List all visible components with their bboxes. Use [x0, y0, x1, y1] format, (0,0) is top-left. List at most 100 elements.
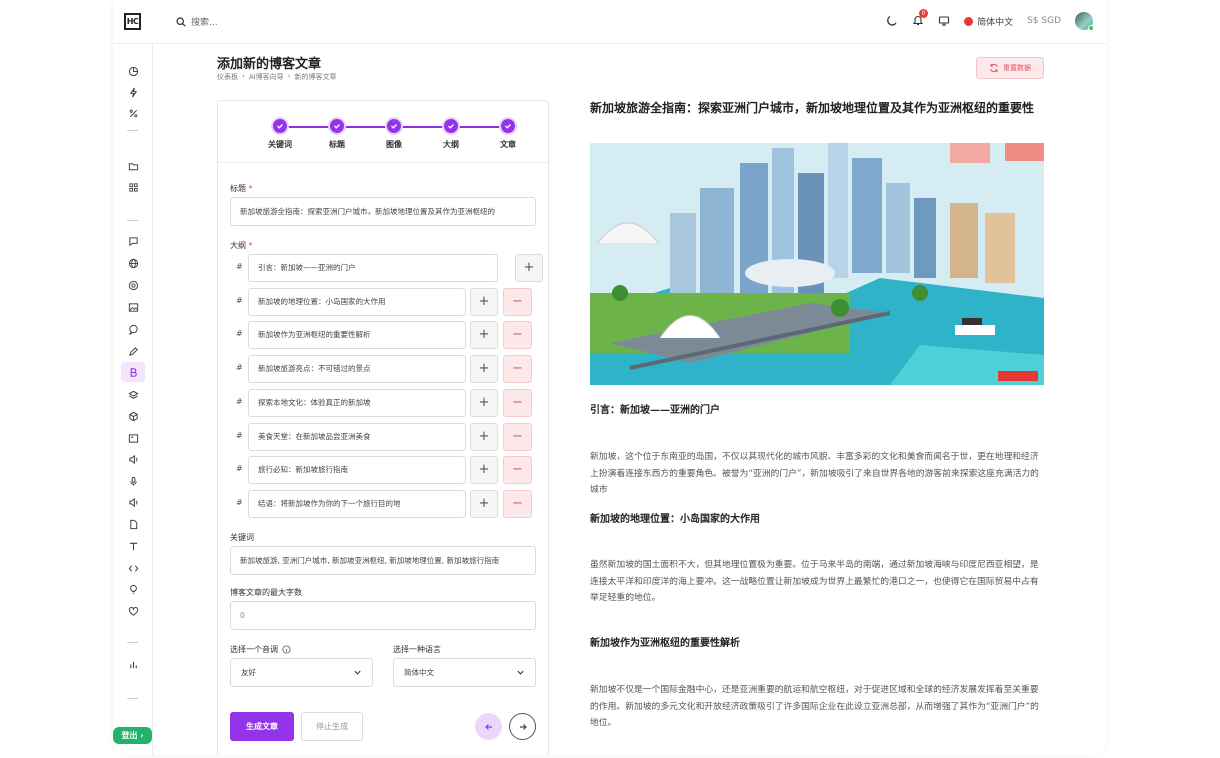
sidebar-item-dashboard[interactable] [125, 63, 141, 79]
sidebar-item-discount[interactable] [125, 105, 141, 121]
tone-select[interactable]: 友好 [230, 658, 373, 687]
sidebar-item-audio[interactable] [125, 451, 141, 467]
outline-input[interactable]: 探索本地文化：体验真正的新加坡 [248, 389, 466, 417]
outline-input[interactable]: 引言：新加坡——亚洲的门户 [248, 254, 498, 282]
remove-outline-button[interactable]: − [503, 490, 532, 518]
add-outline-button[interactable]: + [470, 423, 498, 451]
heart-icon [128, 606, 138, 616]
sidebar-item-text[interactable] [125, 538, 141, 554]
sidebar-item-code[interactable] [125, 560, 141, 576]
add-outline-button[interactable]: + [470, 321, 498, 349]
language-field-label: 选择一种语言 [393, 645, 441, 654]
sidebar-item-web[interactable] [125, 255, 141, 271]
sidebar-item-analytics[interactable] [125, 656, 141, 672]
previous-step-button[interactable] [475, 713, 502, 740]
outline-input[interactable]: 结语：将新加坡作为你的下一个旅行目的地 [248, 490, 466, 518]
step-image[interactable]: 图像 [374, 117, 414, 150]
hash-icon: # [236, 296, 243, 305]
remove-outline-button[interactable]: − [503, 389, 532, 417]
language-select[interactable]: 简体中文 [393, 658, 536, 687]
step-keywords[interactable]: 关键词 [260, 117, 300, 150]
page-title: 添加新的博客文章 [217, 57, 322, 72]
sidebar-item-flash[interactable] [125, 84, 141, 100]
reset-data-button[interactable]: 重置数据 [976, 57, 1044, 79]
add-outline-button[interactable]: + [470, 389, 498, 417]
sidebar-divider [127, 130, 138, 131]
sidebar-item-favorites[interactable] [125, 603, 141, 619]
outline-input[interactable]: 新加坡旅游亮点：不可错过的景点 [248, 355, 466, 383]
sidebar-item-voice[interactable] [125, 473, 141, 489]
tone-selected: 友好 [241, 668, 256, 677]
remove-outline-button[interactable]: − [503, 355, 532, 383]
outline-row: # 引言：新加坡——亚洲的门户 + [230, 254, 543, 283]
sidebar-item-layers[interactable] [125, 387, 141, 403]
speaker-icon [128, 454, 137, 464]
step-label: 大纲 [443, 140, 459, 149]
step-article[interactable]: 文章 [488, 117, 528, 150]
message-square-icon [128, 236, 138, 246]
sidebar-item-tts[interactable] [125, 494, 141, 510]
add-outline-button[interactable]: + [470, 456, 498, 484]
add-outline-button[interactable]: + [515, 254, 543, 282]
sidebar-item-apps[interactable] [125, 179, 141, 195]
remove-outline-button[interactable]: − [503, 288, 532, 316]
hash-icon: # [236, 262, 243, 271]
logout-button[interactable]: 登出 › [113, 727, 152, 744]
monitor-icon[interactable] [938, 15, 950, 27]
article-hero-image [590, 143, 1044, 385]
breadcrumb-ai-blog[interactable]: AI博客向导 [249, 72, 284, 82]
sidebar-item-blog[interactable] [121, 362, 145, 382]
text-t-icon [129, 542, 137, 550]
generate-article-button[interactable]: 生成文章 [230, 712, 294, 741]
currency-switcher[interactable]: S$ SGD [1027, 16, 1061, 26]
sidebar-item-ai[interactable] [125, 277, 141, 293]
sidebar-item-write[interactable] [125, 343, 141, 359]
remove-outline-button[interactable]: − [503, 456, 532, 484]
outline-field-label: 大纲 * [230, 241, 253, 250]
step-title[interactable]: 标题 [317, 117, 357, 150]
check-icon [271, 117, 289, 135]
sidebar-item-docs[interactable] [125, 516, 141, 532]
sidebar-item-cube[interactable] [125, 408, 141, 424]
info-circle-icon[interactable] [282, 645, 291, 654]
app-logo[interactable]: HC [124, 13, 141, 30]
search-box[interactable]: 搜索... [176, 15, 218, 28]
breadcrumb-dashboard[interactable]: 仪表板 [217, 72, 238, 82]
moon-icon[interactable] [886, 15, 898, 27]
sidebar-item-gallery[interactable] [125, 430, 141, 446]
keywords-input[interactable]: 新加坡旅游, 亚洲门户城市, 新加坡亚洲枢纽, 新加坡地理位置, 新加坡旅行指南 [230, 546, 536, 575]
bar-chart-icon [129, 661, 137, 668]
remove-outline-button[interactable]: − [503, 423, 532, 451]
hash-icon: # [236, 464, 243, 473]
sidebar-divider [127, 642, 138, 643]
language-switcher[interactable]: 简体中文 [964, 15, 1013, 28]
sidebar-item-bubble[interactable] [125, 321, 141, 337]
add-outline-button[interactable]: + [470, 288, 498, 316]
outline-row: # 探索本地文化：体验真正的新加坡 + − [230, 389, 536, 418]
next-step-button[interactable] [509, 713, 536, 740]
sidebar-item-image[interactable] [125, 299, 141, 315]
outline-input[interactable]: 旅行必知：新加坡旅行指南 [248, 456, 466, 484]
outline-input[interactable]: 美食天堂：在新加坡品尝亚洲美食 [248, 423, 466, 451]
sidebar-item-folder[interactable] [125, 158, 141, 174]
stop-generation-button[interactable]: 停止生成 [301, 712, 363, 741]
sidebar-item-chat[interactable] [125, 233, 141, 249]
notifications-button[interactable]: 0 [912, 8, 929, 29]
outline-input[interactable]: 新加坡的地理位置：小岛国家的大作用 [248, 288, 466, 316]
outline-row: # 结语：将新加坡作为你的下一个旅行目的地 + − [230, 490, 536, 519]
add-outline-button[interactable]: + [470, 490, 498, 518]
title-input[interactable]: 新加坡旅游全指南：探索亚洲门户城市，新加坡地理位置及其作为亚洲枢纽的 [230, 197, 536, 226]
add-outline-button[interactable]: + [470, 355, 498, 383]
search-icon [176, 16, 186, 27]
layers-icon [127, 390, 139, 399]
sidebar-item-ideas[interactable] [125, 581, 141, 597]
user-avatar[interactable] [1075, 12, 1094, 31]
remove-outline-button[interactable]: − [503, 321, 532, 349]
article-section-heading: 引言：新加坡——亚洲的门户 [590, 405, 720, 416]
wizard-stepper: 关键词 标题 图像 大纲 文章 [218, 101, 548, 163]
photo-icon [128, 433, 138, 443]
outline-input[interactable]: 新加坡作为亚洲枢纽的重要性解析 [248, 321, 466, 349]
step-outline[interactable]: 大纲 [431, 117, 471, 150]
sidebar-divider [127, 220, 138, 221]
max-words-input[interactable]: 0 [230, 601, 536, 630]
